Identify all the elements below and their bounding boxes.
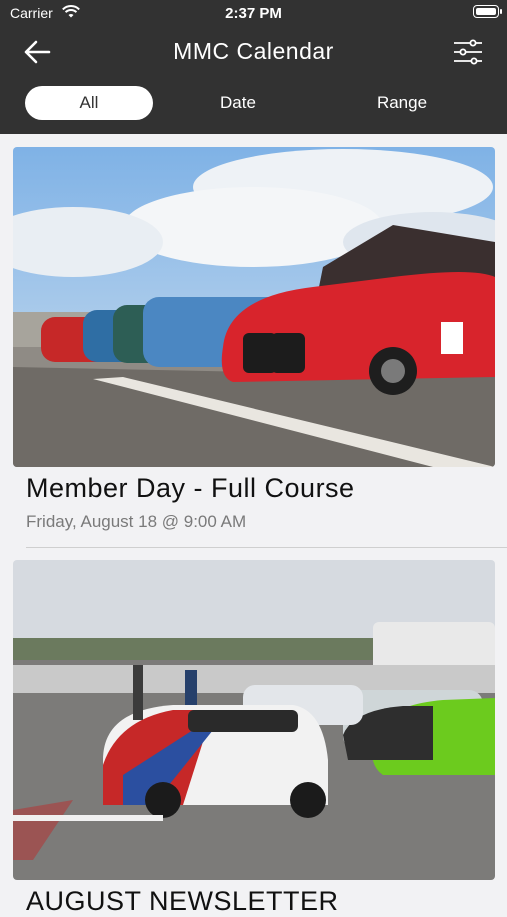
event-title: Member Day - Full Course xyxy=(26,473,355,503)
event-photo[interactable] xyxy=(13,560,495,880)
tab-date[interactable]: Date xyxy=(188,86,288,120)
tab-range[interactable]: Range xyxy=(352,86,452,120)
list-divider xyxy=(26,547,507,548)
status-time: 2:37 PM xyxy=(225,5,282,22)
event-title: AUGUST NEWSLETTER xyxy=(26,886,339,916)
filter-tabs: All Date Range xyxy=(0,84,507,122)
event-card[interactable]: AUGUST NEWSLETTER xyxy=(13,560,495,916)
page-title: MMC Calendar xyxy=(173,38,334,64)
event-card[interactable]: Member Day - Full Course Friday, August … xyxy=(13,147,495,547)
event-photo[interactable] xyxy=(13,147,495,467)
status-bar: Carrier 2:37 PM xyxy=(0,0,507,28)
app-header: Carrier 2:37 PM MMC Calendar All Date Ra… xyxy=(0,0,507,134)
tab-all[interactable]: All xyxy=(25,86,153,120)
navigation-bar: MMC Calendar xyxy=(0,30,507,74)
event-date: Friday, August 18 @ 9:00 AM xyxy=(26,512,247,531)
filter-sliders-icon[interactable] xyxy=(453,38,483,66)
battery-icon xyxy=(473,5,502,18)
